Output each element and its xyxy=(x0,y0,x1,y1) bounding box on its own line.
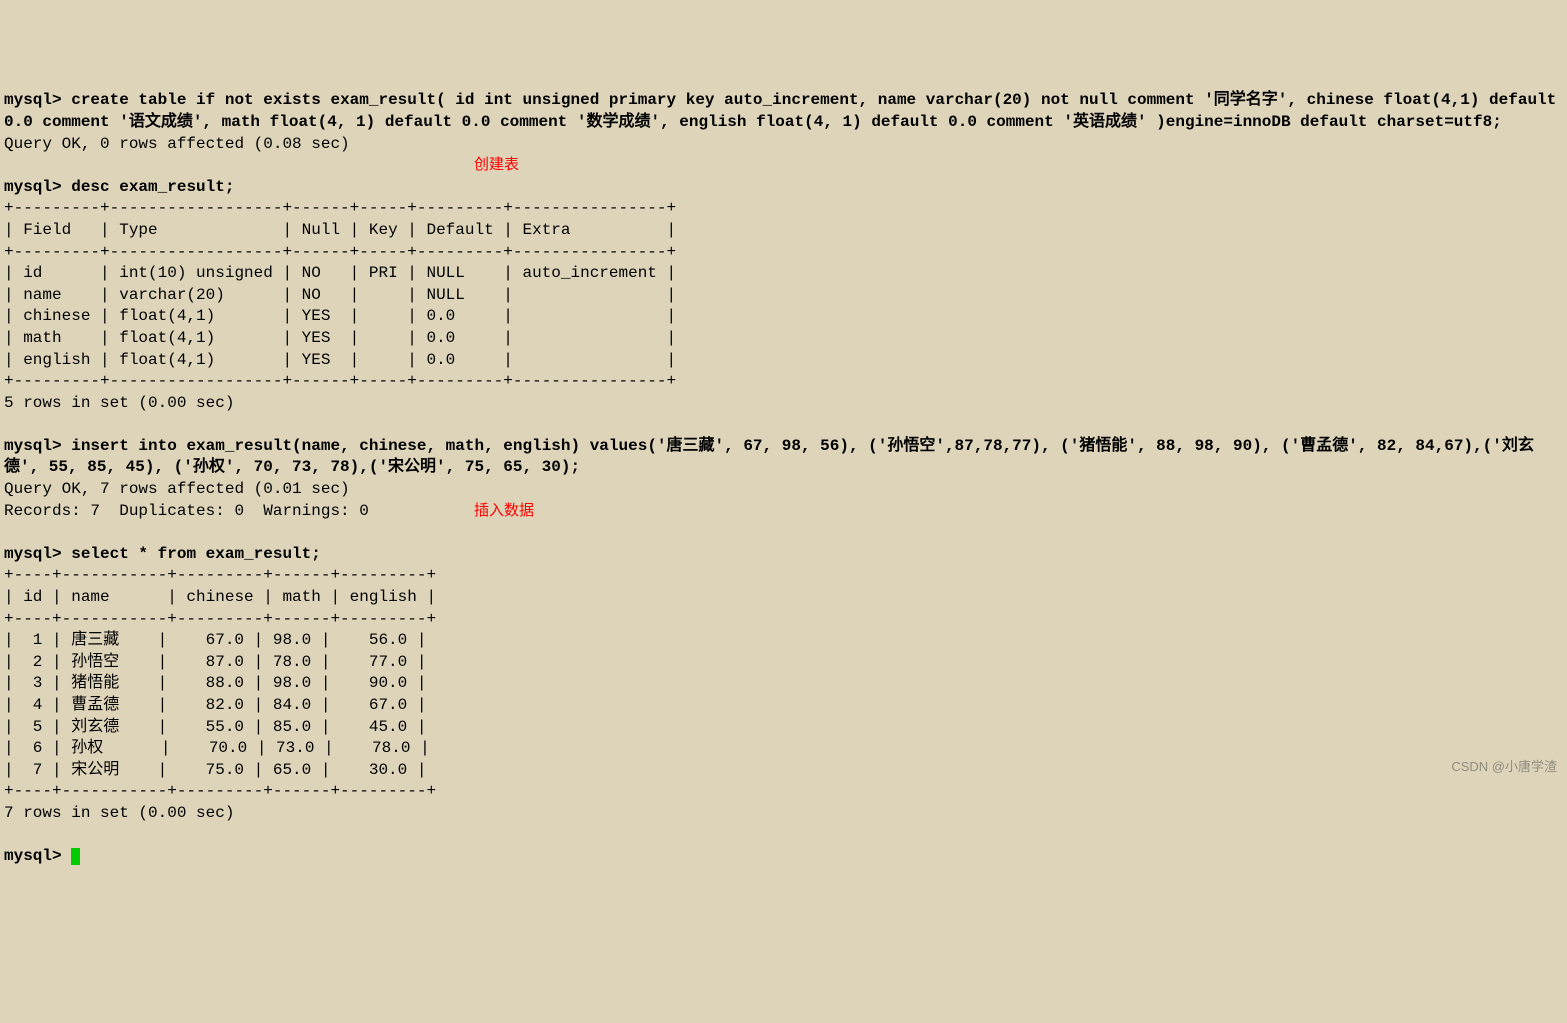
select-row: | 6 | 孙权 | 70.0 | 73.0 | 78.0 | xyxy=(4,738,1563,760)
select-row: | 2 | 孙悟空 | 87.0 | 78.0 | 77.0 | xyxy=(4,652,1563,674)
prompt-line[interactable]: mysql> xyxy=(4,846,1563,868)
desc-row: | math | float(4,1) | YES | | 0.0 | | xyxy=(4,328,1563,350)
select-cmd: select * from exam_result; xyxy=(71,545,321,563)
desc-sep: +---------+------------------+------+---… xyxy=(4,371,1563,393)
prompt: mysql> xyxy=(4,178,71,196)
prompt: mysql> xyxy=(4,91,71,109)
desc-row: | chinese | float(4,1) | YES | | 0.0 | | xyxy=(4,306,1563,328)
select-row: | 5 | 刘玄德 | 55.0 | 85.0 | 45.0 | xyxy=(4,717,1563,739)
create-result: Query OK, 0 rows affected (0.08 sec) xyxy=(4,134,1563,156)
insert-cmd: mysql> insert into exam_result(name, chi… xyxy=(4,436,1563,479)
insert-result1: Query OK, 7 rows affected (0.01 sec) xyxy=(4,479,1563,501)
select-row: | 1 | 唐三藏 | 67.0 | 98.0 | 56.0 | xyxy=(4,630,1563,652)
select-head: | id | name | chinese | math | english | xyxy=(4,587,1563,609)
desc-sep: +---------+------------------+------+---… xyxy=(4,198,1563,220)
select-row: | 4 | 曹孟德 | 82.0 | 84.0 | 67.0 | xyxy=(4,695,1563,717)
annotation-insert: 插入数据 xyxy=(474,501,534,521)
terminal-output: mysql> create table if not exists exam_r… xyxy=(4,90,1563,867)
desc-row: | name | varchar(20) | NO | | NULL | | xyxy=(4,285,1563,307)
desc-cmd: desc exam_result; xyxy=(71,178,234,196)
select-row: | 3 | 猪悟能 | 88.0 | 98.0 | 90.0 | xyxy=(4,673,1563,695)
desc-sep: +---------+------------------+------+---… xyxy=(4,242,1563,264)
select-sep: +----+-----------+---------+------+-----… xyxy=(4,609,1563,631)
desc-row: | id | int(10) unsigned | NO | PRI | NUL… xyxy=(4,263,1563,285)
select-sep: +----+-----------+---------+------+-----… xyxy=(4,565,1563,587)
prompt: mysql> xyxy=(4,847,71,865)
select-row: | 7 | 宋公明 | 75.0 | 65.0 | 30.0 | xyxy=(4,760,1563,782)
prompt: mysql> xyxy=(4,545,71,563)
select-footer: 7 rows in set (0.00 sec) xyxy=(4,803,1563,825)
create-cmd: mysql> create table if not exists exam_r… xyxy=(4,90,1563,133)
annotation-create: 创建表 xyxy=(474,155,519,175)
select-sep: +----+-----------+---------+------+-----… xyxy=(4,781,1563,803)
desc-head: | Field | Type | Null | Key | Default | … xyxy=(4,220,1563,242)
cursor-icon xyxy=(71,848,80,865)
desc-footer: 5 rows in set (0.00 sec) xyxy=(4,393,1563,415)
desc-row: | english | float(4,1) | YES | | 0.0 | | xyxy=(4,350,1563,372)
prompt: mysql> xyxy=(4,437,71,455)
watermark: CSDN @小唐学渣 xyxy=(1451,758,1557,776)
insert-result2: Records: 7 Duplicates: 0 Warnings: 0 xyxy=(4,502,369,520)
